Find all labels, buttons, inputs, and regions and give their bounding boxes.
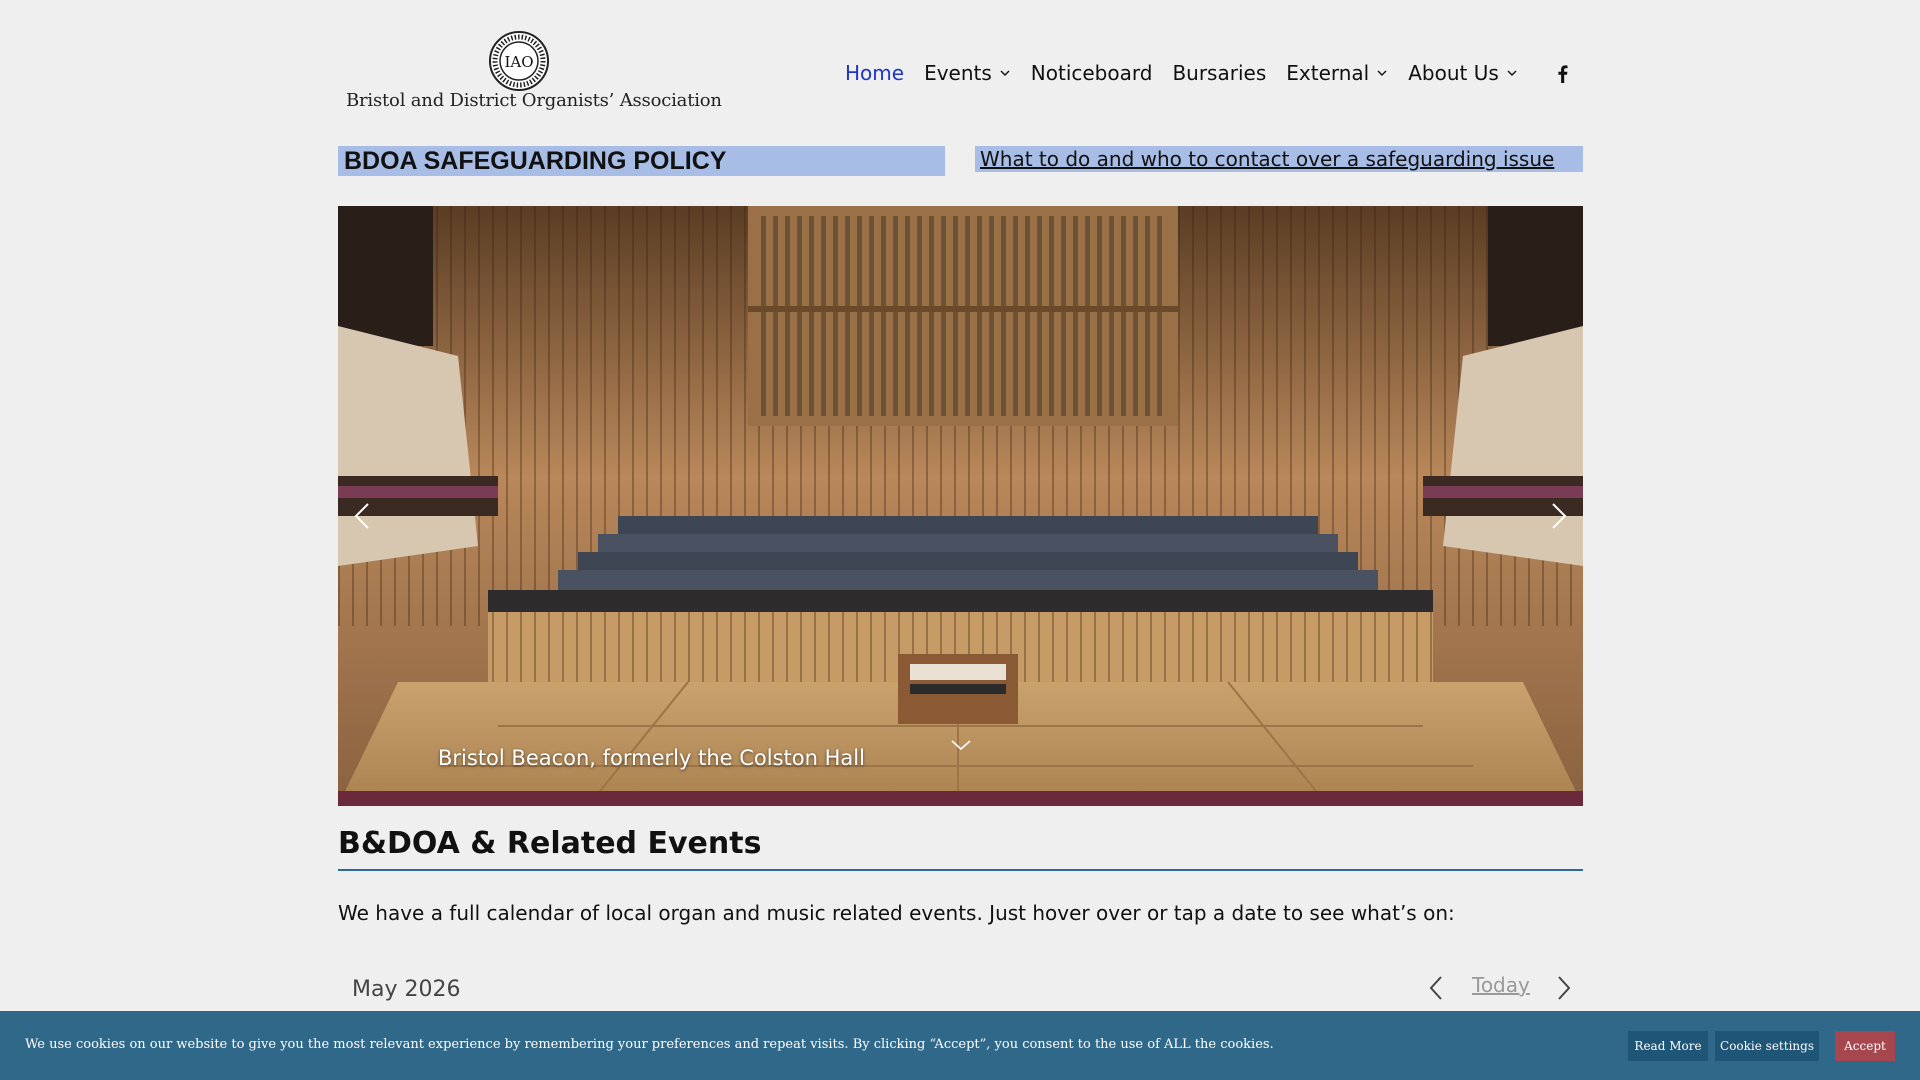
safeguarding-policy-heading[interactable]: BDOA SAFEGUARDING POLICY [338, 146, 945, 176]
slide-caption: Bristol Beacon, formerly the Colston Hal… [438, 746, 865, 770]
nav-item-noticeboard[interactable]: Noticeboard [1031, 61, 1153, 85]
site-logo[interactable]: IAO Bristol and District Organists’ Asso… [346, 30, 722, 120]
slider-next-button[interactable] [1543, 496, 1573, 536]
cookie-consent-bar: We use cookies on our website to give yo… [0, 1011, 1920, 1080]
nav-item-home[interactable]: Home [845, 61, 904, 85]
nav-item-label: Events [924, 61, 992, 85]
svg-text:IAO: IAO [504, 53, 533, 71]
concert-hall-image [338, 206, 1583, 806]
nav-item-external[interactable]: External [1286, 61, 1388, 85]
section-divider [338, 869, 1583, 871]
main-nav: Home Events Noticeboard Bursaries Extern… [845, 56, 1538, 90]
cookie-settings-button[interactable]: Cookie settings [1715, 1031, 1819, 1061]
calendar-today-button[interactable]: Today [1472, 973, 1530, 997]
nav-item-label: About Us [1408, 61, 1499, 85]
safeguarding-contact-link[interactable]: What to do and who to contact over a saf… [975, 146, 1583, 172]
site-header: IAO Bristol and District Organists’ Asso… [0, 0, 1920, 140]
site-name: Bristol and District Organists’ Associat… [346, 90, 722, 111]
nav-item-label: Noticeboard [1030, 61, 1153, 85]
chevron-down-icon[interactable] [949, 737, 973, 753]
association-emblem-icon: IAO [489, 31, 549, 91]
cookie-accept-button[interactable]: Accept [1835, 1031, 1895, 1061]
cookie-read-more-button[interactable]: Read More [1628, 1031, 1708, 1061]
calendar-month-label: May 2026 [352, 977, 461, 1002]
nav-item-label: Home [845, 61, 905, 85]
nav-item-label: External [1286, 61, 1370, 85]
nav-item-events[interactable]: Events [924, 61, 1011, 85]
calendar-prev-month-button[interactable] [1424, 973, 1448, 1003]
hero-slider: Bristol Beacon, formerly the Colston Hal… [338, 206, 1583, 806]
cookie-consent-text: We use cookies on our website to give yo… [25, 1037, 1274, 1052]
nav-item-label: Bursaries [1172, 61, 1267, 85]
chevron-down-icon [1377, 70, 1387, 76]
slider-prev-button[interactable] [348, 496, 378, 536]
chevron-down-icon [1507, 70, 1517, 76]
events-heading: B&DOA & Related Events [338, 826, 762, 861]
nav-item-bursaries[interactable]: Bursaries [1172, 61, 1266, 85]
calendar-next-month-button[interactable] [1552, 973, 1576, 1003]
chevron-down-icon [1000, 70, 1010, 76]
nav-item-about-us[interactable]: About Us [1408, 61, 1518, 85]
events-intro-text: We have a full calendar of local organ a… [338, 901, 1455, 925]
facebook-icon[interactable] [1552, 63, 1574, 85]
